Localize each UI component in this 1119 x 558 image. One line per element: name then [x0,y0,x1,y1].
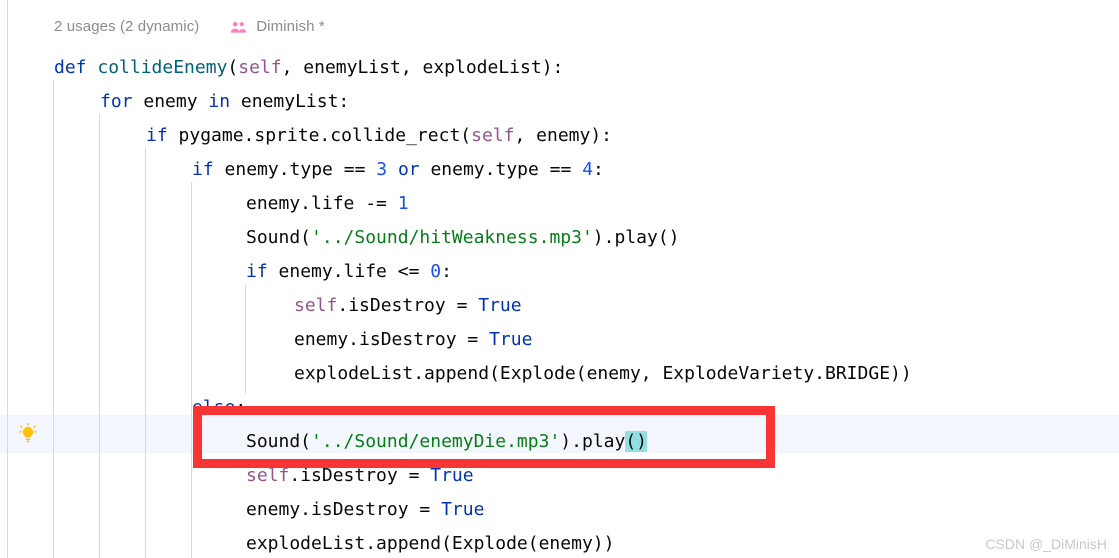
lightbulb-icon[interactable] [17,423,39,445]
code-line[interactable]: explodeList.append(Explode(enemy, Explod… [294,357,912,391]
code-token: True [441,499,485,520]
code-token: enemy.type == [213,159,377,180]
code-line[interactable]: if pygame.sprite.collide_rect(self, enem… [146,119,612,153]
code-token: self [294,295,338,316]
code-token: True [489,329,533,350]
code-token: , enemy): [514,125,613,146]
indent-guide [53,80,54,558]
inlay-hint-row[interactable]: 2 usages (2 dynamic) Diminish * [54,18,325,38]
code-token: or [397,159,420,180]
code-token: enemy.life <= [267,261,431,282]
code-line[interactable]: enemy.isDestroy = True [246,493,484,527]
code-token: self [471,125,515,146]
code-line[interactable]: explodeList.append(Explode(enemy)) [246,527,614,558]
code-token: : [593,159,604,180]
code-token: pygame.sprite.collide_rect( [167,125,472,146]
code-token: True [478,295,522,316]
code-line[interactable]: self.isDestroy = True [294,289,522,323]
code-token: , enemyList, explodeList): [281,57,564,78]
code-token: .isDestroy = [337,295,479,316]
code-line[interactable]: self.isDestroy = True [246,459,474,493]
code-line[interactable]: enemy.life -= 1 [246,187,409,221]
code-token: ).play [560,431,626,452]
code-token: Sound( [246,431,312,452]
code-token: enemy.life -= [246,193,398,214]
code-line[interactable]: enemy.isDestroy = True [294,323,532,357]
indent-guide [145,148,146,558]
code-token: explodeList.append(Explode(enemy)) [246,533,615,554]
code-token: self [238,57,282,78]
people-icon [230,21,247,38]
code-token: Sound( [246,227,312,248]
code-token: else [192,397,236,418]
code-editor[interactable]: 2 usages (2 dynamic) Diminish * def coll… [0,0,1119,558]
code-line[interactable]: for enemy in enemyList: [100,85,349,119]
code-token: .isDestroy = [289,465,431,486]
code-token: 0 [430,261,442,282]
code-line[interactable]: Sound('../Sound/enemyDie.mp3').play() [246,425,647,459]
code-token: enemy [132,91,209,112]
watermark-label: CSDN @_DiMinisH [985,536,1107,552]
code-token: self [246,465,290,486]
code-token: enemy.type == [419,159,583,180]
code-token: ( [227,57,239,78]
code-line[interactable]: def collideEnemy(self, enemyList, explod… [54,51,563,85]
indent-guide [7,0,8,558]
indent-guide [99,114,100,558]
code-line[interactable]: else: [192,391,246,425]
code-line[interactable]: if enemy.type == 3 or enemy.type == 4: [192,153,604,187]
code-token: if [192,159,214,180]
code-line[interactable]: if enemy.life <= 0: [246,255,452,289]
bracket-match-highlight: () [625,431,647,452]
code-token: True [430,465,474,486]
code-token: collideEnemy [97,57,228,78]
code-token: for [100,91,133,112]
code-token: 4 [582,159,594,180]
code-token: '../Sound/enemyDie.mp3' [311,431,561,452]
indent-guide [191,182,192,558]
code-token: : [441,261,452,282]
code-token: 3 [376,159,388,180]
code-token: if [146,125,168,146]
code-token: 1 [397,193,409,214]
usages-hint-label[interactable]: 2 usages (2 dynamic) [54,18,199,35]
indent-guide [245,284,246,394]
code-token: enemy.isDestroy = [246,499,442,520]
code-token: if [246,261,268,282]
code-token: explodeList.append(Explode(enemy, Explod… [294,363,912,384]
code-line[interactable]: Sound('../Sound/hitWeakness.mp3').play() [246,221,680,255]
code-token: '../Sound/hitWeakness.mp3' [311,227,593,248]
code-token: : [235,397,247,418]
code-token: ).play() [592,227,680,248]
code-token: enemy.isDestroy = [294,329,490,350]
code-token: enemyList: [230,91,350,112]
code-token: in [208,91,231,112]
author-hint-label[interactable]: Diminish * [256,18,325,35]
code-token: def [54,57,87,78]
